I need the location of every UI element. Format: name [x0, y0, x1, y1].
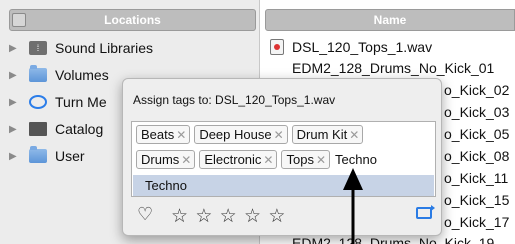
disclosure-triangle-icon[interactable]: ▶ [9, 43, 21, 54]
file-row[interactable]: EDM2_128_Drums_No_Kick_01 [292, 57, 494, 79]
file-row[interactable]: o_Kick_05 [444, 123, 509, 145]
remove-tag-icon[interactable]: ✕ [349, 128, 359, 142]
star-icon[interactable]: ☆ [220, 205, 238, 228]
disclosure-triangle-icon[interactable]: ▶ [9, 151, 21, 162]
turn-me-icon [29, 95, 47, 109]
tag-token[interactable]: Deep House ✕ [194, 125, 288, 144]
file-row[interactable]: o_Kick_17 [444, 211, 509, 233]
star-rating[interactable]: ☆ ☆ ☆ ☆ ☆ [171, 205, 286, 228]
file-name: EDM2_128_Drums_No_Kick_19 [292, 235, 495, 244]
remove-tag-icon[interactable]: ✕ [316, 153, 326, 167]
remove-tag-icon[interactable]: ✕ [181, 153, 191, 167]
star-icon[interactable]: ☆ [195, 205, 213, 228]
remove-tag-icon[interactable]: ✕ [274, 128, 284, 142]
file-row[interactable]: o_Kick_03 [444, 101, 509, 123]
location-item-turn-me[interactable]: ▶ Turn Me [9, 89, 107, 115]
star-icon[interactable]: ☆ [171, 205, 189, 228]
location-label: Catalog [55, 121, 104, 137]
file-row[interactable]: o_Kick_02 [444, 79, 509, 101]
star-icon[interactable]: ☆ [244, 205, 262, 228]
audio-file-icon [270, 39, 284, 55]
file-row[interactable]: DSL_120_Tops_1.wav [270, 36, 432, 58]
tag-suggestion-item[interactable]: Techno [133, 175, 434, 196]
disclosure-triangle-icon[interactable]: ▶ [9, 124, 21, 135]
popover-title: Assign tags to: DSL_120_Tops_1.wav [133, 93, 336, 107]
file-name: DSL_120_Tops_1.wav [292, 39, 433, 55]
tag-input-field[interactable]: Beats ✕ Deep House ✕ Drum Kit ✕ Drums ✕ … [131, 121, 436, 197]
file-row[interactable]: o_Kick_08 [444, 145, 509, 167]
disclosure-triangle-icon[interactable]: ▶ [9, 97, 21, 108]
tag-label: Electronic [204, 152, 262, 167]
file-name: o_Kick_11 [444, 170, 509, 186]
tag-token[interactable]: Drums ✕ [136, 150, 196, 169]
sound-library-icon: ⁞ [29, 41, 47, 55]
catalog-icon [29, 122, 47, 136]
location-label: Turn Me [55, 94, 107, 110]
file-name: o_Kick_08 [444, 148, 510, 164]
file-name: o_Kick_17 [444, 214, 510, 230]
tag-label: Beats [141, 127, 175, 142]
pointer-arrow-icon [343, 168, 363, 244]
folder-icon [29, 65, 47, 82]
typed-tag-text[interactable]: Techno [335, 152, 377, 167]
tag-row: Beats ✕ Deep House ✕ Drum Kit ✕ [136, 125, 367, 144]
file-name: EDM2_128_Drums_No_Kick_01 [292, 60, 495, 76]
file-row[interactable]: o_Kick_11 [444, 167, 508, 189]
tag-row: Drums ✕ Electronic ✕ Tops ✕ Techno [136, 150, 377, 169]
file-name: o_Kick_05 [444, 126, 510, 142]
tag-label: Tops [286, 152, 314, 167]
file-name: o_Kick_02 [444, 82, 510, 98]
remove-tag-icon[interactable]: ✕ [263, 153, 273, 167]
file-name: o_Kick_15 [444, 192, 510, 208]
tag-token[interactable]: Tops ✕ [281, 150, 331, 169]
location-label: Volumes [55, 67, 109, 83]
locations-header[interactable]: Locations [9, 9, 256, 31]
locations-header-label: Locations [104, 13, 161, 27]
location-item-catalog[interactable]: ▶ Catalog [9, 116, 103, 142]
tag-label: Drum Kit [296, 127, 348, 142]
select-all-checkbox[interactable] [12, 13, 26, 27]
location-label: Sound Libraries [55, 40, 154, 56]
file-row[interactable]: o_Kick_15 [444, 189, 509, 211]
tag-token[interactable]: Electronic ✕ [199, 150, 278, 169]
name-column-header[interactable]: Name [265, 9, 515, 31]
file-name: o_Kick_03 [444, 104, 510, 120]
heart-icon[interactable]: ♡ [137, 204, 153, 225]
location-item-user[interactable]: ▶ User [9, 143, 85, 169]
assign-tags-popover: Assign tags to: DSL_120_Tops_1.wav Beats… [122, 78, 442, 236]
tag-token[interactable]: Beats ✕ [136, 125, 191, 144]
tag-label: Drums [141, 152, 180, 167]
location-item-volumes[interactable]: ▶ Volumes [9, 62, 109, 88]
disclosure-triangle-icon[interactable]: ▶ [9, 70, 21, 81]
tag-token[interactable]: Drum Kit ✕ [291, 125, 364, 144]
location-label: User [55, 148, 85, 164]
location-item-sound-libraries[interactable]: ▶ ⁞ Sound Libraries [9, 35, 153, 61]
sync-icon[interactable] [416, 205, 435, 219]
star-icon[interactable]: ☆ [268, 205, 286, 228]
remove-tag-icon[interactable]: ✕ [176, 128, 186, 142]
tag-label: Deep House [199, 127, 272, 142]
folder-icon [29, 146, 47, 163]
